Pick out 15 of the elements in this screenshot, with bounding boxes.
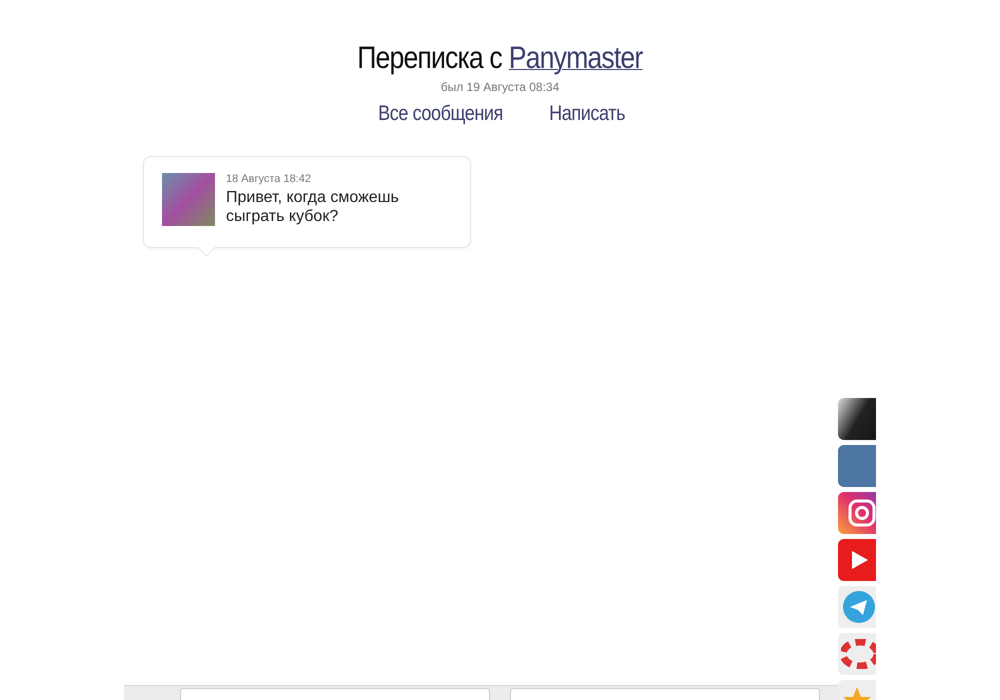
last-seen-text: был 19 Августа 08:34 — [440, 80, 560, 94]
message-time: 18 Августа 18:42 — [226, 173, 312, 185]
lifebuoy-icon[interactable] — [838, 633, 876, 675]
username-link[interactable]: Panymaster — [508, 40, 643, 76]
message-text: Привет, когда сможешь сыграть кубок? — [226, 188, 400, 226]
photo-placeholder[interactable] — [838, 398, 876, 440]
page-title: Переписка с — [357, 40, 502, 76]
input-field[interactable] — [510, 688, 820, 700]
avatar-placeholder — [162, 173, 215, 226]
nav-link[interactable]: Все сообщения — [378, 102, 504, 126]
play-icon[interactable] — [838, 539, 876, 581]
paper-plane-icon[interactable] — [838, 586, 876, 628]
nav-link[interactable]: Написать — [550, 102, 626, 126]
input-field[interactable] — [180, 688, 490, 700]
camera-icon[interactable] — [838, 492, 876, 534]
